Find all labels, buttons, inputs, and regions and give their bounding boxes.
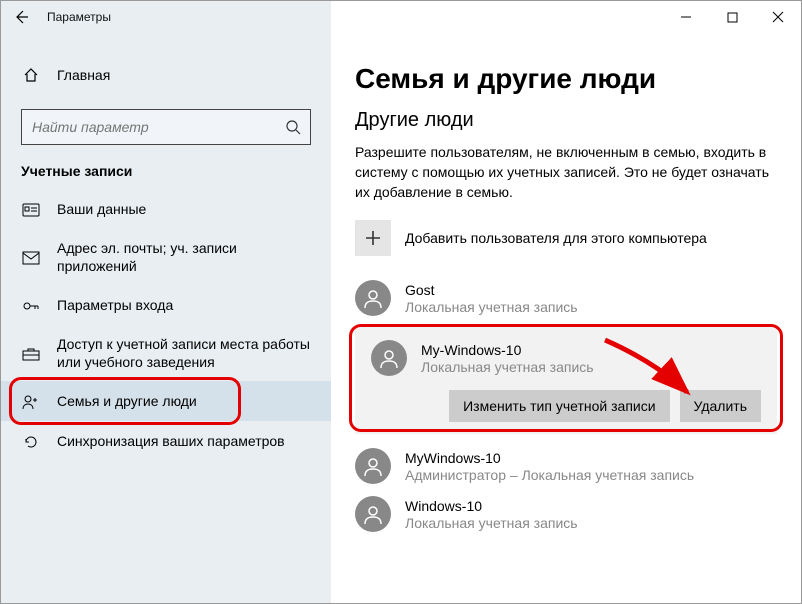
user-name: Windows-10 <box>405 498 578 514</box>
sidebar-item-label: Семья и другие люди <box>57 392 197 410</box>
minimize-icon <box>680 11 692 23</box>
sidebar-item-label: Синхронизация ваших параметров <box>57 432 285 450</box>
user-row[interactable]: MyWindows-10 Администратор – Локальная у… <box>355 442 777 490</box>
home-icon <box>21 67 41 83</box>
sidebar-item-email-accounts[interactable]: Адрес эл. почты; уч. записи приложений <box>1 229 331 285</box>
minimize-button[interactable] <box>663 1 709 33</box>
sidebar-item-label: Ваши данные <box>57 200 146 218</box>
id-card-icon <box>21 203 41 217</box>
maximize-button[interactable] <box>709 1 755 33</box>
change-account-type-button[interactable]: Изменить тип учетной записи <box>449 390 669 422</box>
avatar-icon <box>355 280 391 316</box>
search-box[interactable] <box>21 109 311 145</box>
arrow-left-icon <box>13 9 29 25</box>
briefcase-icon <box>21 347 41 361</box>
sidebar-item-label: Адрес эл. почты; уч. записи приложений <box>57 239 315 275</box>
page-title: Семья и другие люди <box>355 63 777 95</box>
avatar-icon <box>355 496 391 532</box>
avatar-icon <box>355 448 391 484</box>
close-icon <box>772 11 784 23</box>
sync-icon <box>21 434 41 450</box>
mail-icon <box>21 251 41 265</box>
sidebar-item-sync[interactable]: Синхронизация ваших параметров <box>1 421 331 461</box>
search-input[interactable] <box>30 118 284 136</box>
user-row[interactable]: Gost Локальная учетная запись <box>355 274 777 322</box>
plus-icon <box>355 220 391 256</box>
user-row[interactable]: Windows-10 Локальная учетная запись <box>355 490 777 538</box>
sidebar: Главная Учетные записи Ваши данные А <box>1 33 331 603</box>
people-icon <box>21 394 41 410</box>
sidebar-item-work-access[interactable]: Доступ к учетной записи места работы или… <box>1 325 331 381</box>
sidebar-item-label: Параметры входа <box>57 296 173 314</box>
user-type: Администратор – Локальная учетная запись <box>405 467 694 483</box>
close-button[interactable] <box>755 1 801 33</box>
user-name: Gost <box>405 282 578 298</box>
search-icon <box>284 119 302 135</box>
sidebar-heading: Учетные записи <box>21 163 311 179</box>
maximize-icon <box>727 12 738 23</box>
home-nav[interactable]: Главная <box>1 57 331 109</box>
avatar-icon <box>371 340 407 376</box>
back-button[interactable] <box>1 1 41 33</box>
settings-window: Параметры Главная <box>0 0 802 604</box>
sidebar-item-signin-options[interactable]: Параметры входа <box>1 285 331 325</box>
titlebar: Параметры <box>1 1 801 33</box>
user-name: My-Windows-10 <box>421 342 594 358</box>
window-title: Параметры <box>47 10 111 24</box>
user-type: Локальная учетная запись <box>405 515 578 531</box>
user-name: MyWindows-10 <box>405 450 694 466</box>
home-label: Главная <box>57 67 110 83</box>
add-user-button[interactable]: Добавить пользователя для этого компьюте… <box>355 220 777 256</box>
main-content: Семья и другие люди Другие люди Разрешит… <box>331 33 801 603</box>
sidebar-item-family[interactable]: Семья и другие люди <box>1 381 331 421</box>
section-title: Другие люди <box>355 109 777 132</box>
user-row[interactable]: My-Windows-10 Локальная учетная запись <box>365 336 767 384</box>
sidebar-item-your-info[interactable]: Ваши данные <box>1 189 331 229</box>
key-icon <box>21 299 41 313</box>
user-type: Локальная учетная запись <box>421 359 594 375</box>
section-description: Разрешите пользователям, не включенным в… <box>355 142 777 202</box>
remove-button[interactable]: Удалить <box>680 390 761 422</box>
sidebar-item-label: Доступ к учетной записи места работы или… <box>57 335 315 371</box>
user-row-expanded: My-Windows-10 Локальная учетная запись И… <box>355 326 777 434</box>
add-user-label: Добавить пользователя для этого компьюте… <box>405 230 707 246</box>
user-type: Локальная учетная запись <box>405 299 578 315</box>
